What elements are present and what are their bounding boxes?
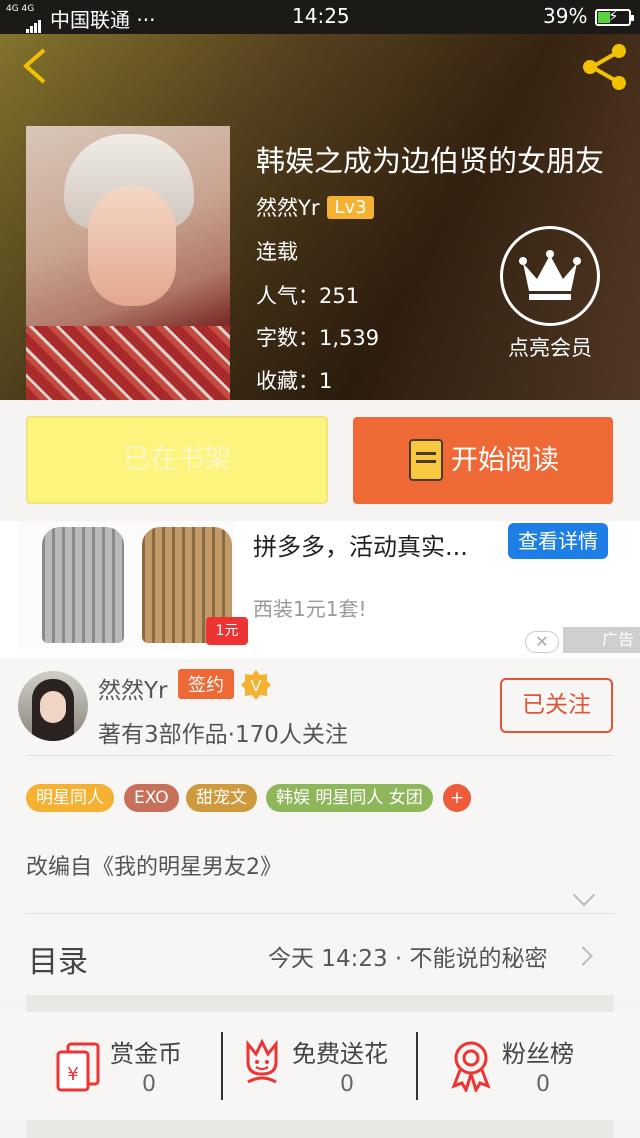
divider [26, 913, 614, 914]
toc-label: 目录 [28, 945, 88, 980]
avatar[interactable] [18, 671, 88, 741]
svg-text:V: V [251, 678, 262, 695]
ad-image[interactable]: 1元 抢! [18, 521, 248, 667]
book-favorites: 收藏：1 [256, 369, 333, 393]
status-bar: 4G 4G 中国联通 ··· 14:25 39% ⚡ [0, 0, 640, 34]
ad-promo-sticker: 1元 抢! [206, 617, 248, 667]
table-of-contents-row[interactable]: 目录 今天 14:23 · 不能说的秘密 [0, 915, 640, 995]
level-badge: Lv3 [327, 196, 374, 219]
latest-chapter[interactable]: 今天 14:23 · 不能说的秘密 [268, 939, 548, 973]
book-description: 改编自《我的明星男友2》 [26, 855, 282, 880]
tag-2[interactable]: 甜宠文 [186, 784, 257, 812]
svg-text:¥: ¥ [67, 1064, 78, 1085]
divider [26, 755, 614, 756]
book-popularity: 人气：251 [256, 284, 360, 308]
divider [221, 1032, 223, 1100]
share-icon[interactable] [578, 40, 632, 94]
start-reading-label: 开始阅读 [451, 445, 559, 476]
close-icon[interactable]: ✕ [525, 631, 559, 653]
book-status: 连载 [256, 240, 298, 264]
start-reading-button[interactable]: 开始阅读 [353, 417, 613, 504]
chevron-left-icon[interactable] [18, 46, 58, 86]
stat-fans-value: 0 [536, 1072, 550, 1097]
stat-reward-value: 0 [142, 1072, 156, 1097]
tags-section: 明星同人 EXO 甜宠文 韩娱 明星同人 女团 + 改编自《我的明星男友2》 [0, 755, 640, 915]
signal-icon [26, 9, 42, 33]
author-section: 然然Yr 签约 V 著有3部作品·170人关注 已关注 [0, 659, 640, 755]
ad-label: 广告 [563, 627, 640, 653]
following-button[interactable]: 已关注 [500, 678, 613, 733]
author-name[interactable]: 然然Yr [98, 671, 168, 705]
book-author[interactable]: 然然Yr [256, 196, 319, 220]
book-cover[interactable] [26, 126, 230, 400]
divider [26, 1120, 614, 1138]
stat-fans[interactable]: 粉丝榜 0 [448, 1012, 640, 1120]
ad-headline[interactable]: 拼多多，活动真实... [253, 527, 468, 562]
red-envelope-icon: ¥ [56, 1042, 100, 1092]
stat-flower[interactable]: 免费送花 0 [242, 1012, 438, 1120]
stat-reward-label: 赏金币 [110, 1040, 182, 1068]
medal-icon [451, 1041, 491, 1092]
book-title: 韩娱之成为边伯贤的女朋友 [256, 144, 605, 178]
divider [26, 995, 614, 1012]
stats-bar: ¥ 赏金币 0 免费送花 0 粉丝榜 0 [0, 1012, 640, 1120]
divider [416, 1032, 418, 1100]
carrier-name: 中国联通 ··· [50, 8, 156, 32]
vip-label[interactable]: 点亮会员 [498, 332, 602, 362]
book-author-row: 然然Yr Lv3 [256, 192, 374, 222]
flower-icon [246, 1038, 278, 1084]
battery-icon: ⚡ [595, 7, 634, 26]
tag-0[interactable]: 明星同人 [26, 784, 114, 812]
on-shelf-button[interactable]: 已在书架 [26, 416, 328, 504]
crown-icon[interactable] [500, 226, 600, 326]
tag-3[interactable]: 韩娱 明星同人 女团 [266, 784, 433, 812]
author-works: 著有3部作品·170人关注 [98, 722, 348, 748]
battery-percent: 39% [543, 4, 588, 28]
tag-1[interactable]: EXO [124, 784, 179, 812]
chevron-right-icon[interactable] [573, 946, 593, 966]
verified-badge-icon: V [240, 669, 272, 701]
book-icon [409, 439, 443, 481]
ad-detail-button[interactable]: 查看详情 [508, 523, 608, 559]
chevron-down-icon[interactable] [572, 883, 596, 907]
add-tag-button[interactable]: + [443, 784, 471, 812]
clock: 14:25 [292, 4, 350, 28]
book-header: 韩娱之成为边伯贤的女朋友 然然Yr Lv3 连载 人气：251 字数：1,539 … [0, 34, 640, 400]
stat-flower-label: 免费送花 [292, 1040, 388, 1068]
ad-subtitle: 西装1元1套! [253, 597, 367, 621]
ad-banner[interactable]: 1元 抢! 拼多多，活动真实... 查看详情 西装1元1套! ✕ 广告 [0, 521, 640, 667]
signed-badge: 签约 [178, 669, 234, 699]
stat-flower-value: 0 [340, 1072, 354, 1097]
book-word-count: 字数：1,539 [256, 326, 380, 350]
stat-fans-label: 粉丝榜 [502, 1040, 574, 1068]
